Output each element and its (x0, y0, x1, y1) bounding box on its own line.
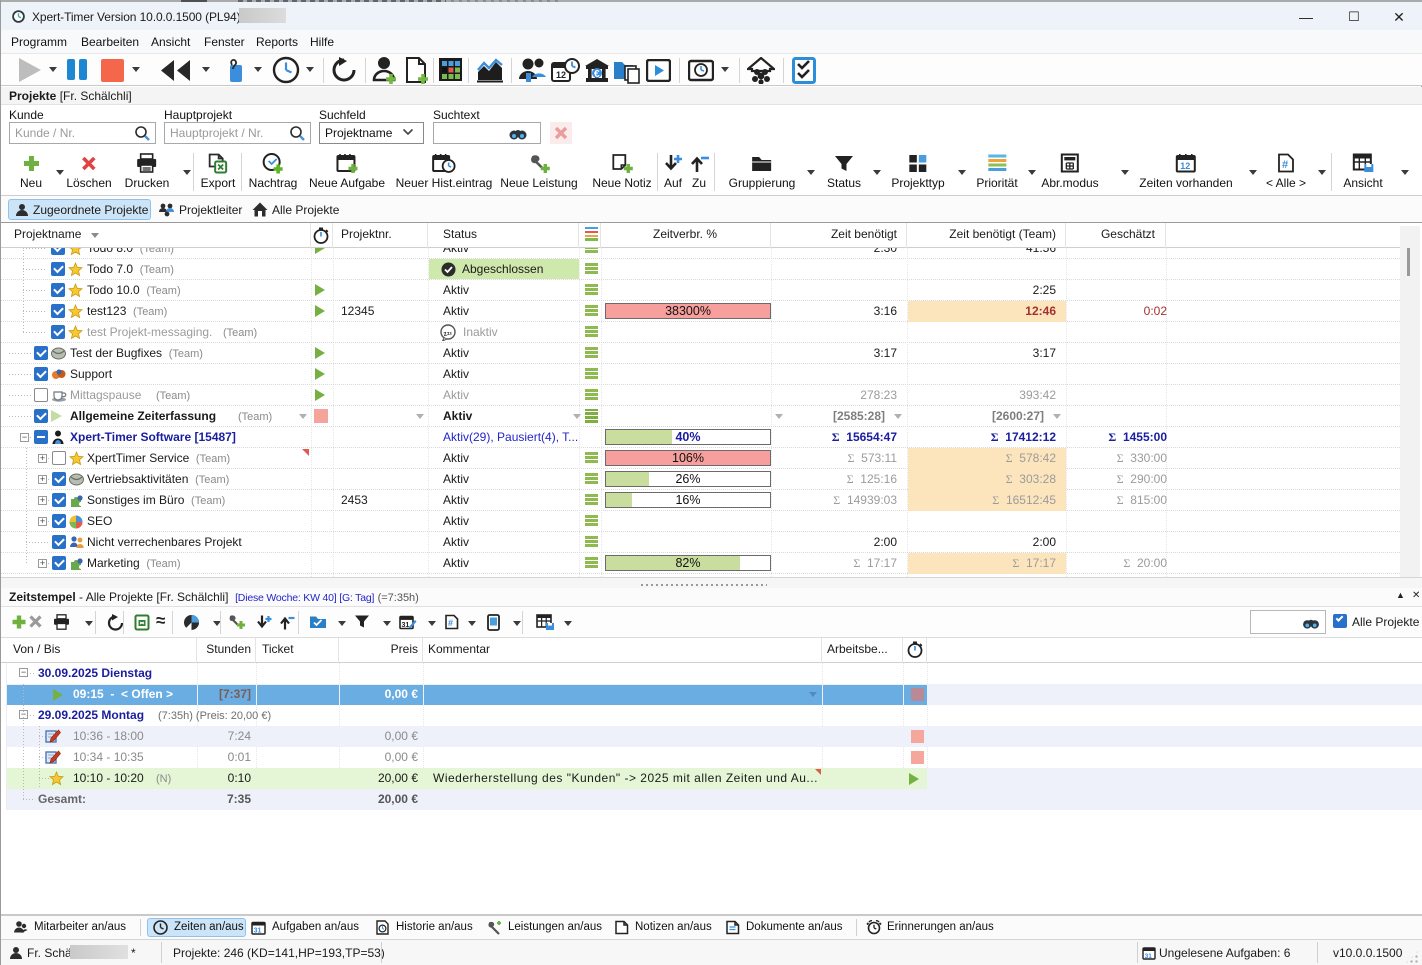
svg-text:12: 12 (1181, 161, 1191, 171)
svg-text:€: € (594, 69, 600, 80)
svg-text:#: # (1282, 159, 1288, 171)
svg-text:12: 12 (556, 70, 566, 80)
svg-text:31: 31 (254, 928, 262, 935)
svg-text:31: 31 (1145, 953, 1153, 960)
svg-text:#: # (448, 618, 453, 628)
svg-text:31: 31 (402, 622, 410, 629)
